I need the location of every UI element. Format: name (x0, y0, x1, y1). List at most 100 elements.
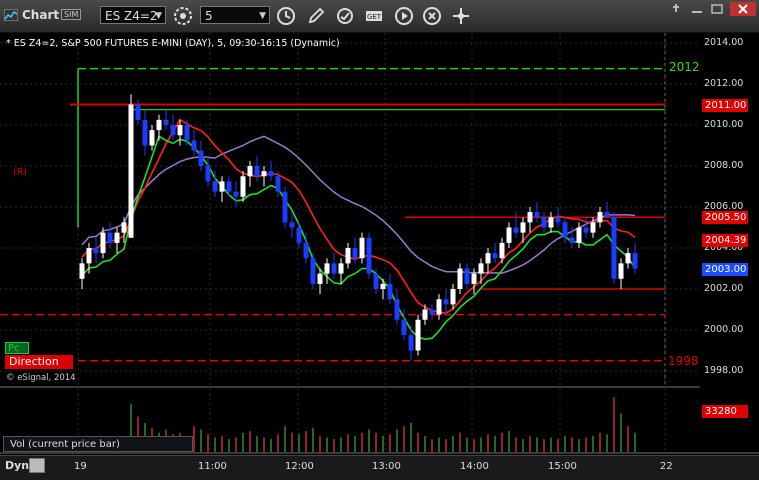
level-label-upper: 2012 (669, 60, 700, 74)
price-pane[interactable] (0, 33, 700, 387)
x-tick-label: 13:00 (372, 461, 401, 472)
pc-tag[interactable]: Pc (5, 342, 29, 354)
candle-body (506, 227, 512, 243)
x-tick-label: 14:00 (460, 461, 489, 472)
candle-body (317, 273, 323, 284)
toolbar: Chart SIM ES Z4=2 ▼ 5 ▼ GET (0, 0, 759, 33)
y-tick-label: 2000.00 (704, 324, 744, 335)
candle-body (618, 263, 624, 279)
clock-icon[interactable] (276, 6, 296, 26)
link-icon[interactable] (173, 6, 193, 26)
candle-body (387, 283, 393, 300)
close-icon[interactable] (730, 2, 756, 16)
y-tick-label: 2012.00 (704, 78, 744, 89)
candle-body (135, 104, 141, 120)
candle-body (408, 335, 414, 351)
y-tick-label: 2014.00 (704, 37, 744, 48)
candle-body (513, 227, 519, 233)
interval-input[interactable]: 5 ▼ (200, 6, 270, 24)
candle-body (352, 248, 358, 259)
fullscreen-icon[interactable] (422, 6, 442, 26)
candle-body (555, 217, 561, 223)
candle-body (464, 268, 470, 284)
candle-body (359, 237, 365, 259)
maximize-icon[interactable] (708, 2, 726, 16)
candle-body (247, 166, 253, 177)
candle-body (142, 119, 148, 146)
candle-body (100, 232, 106, 254)
candle-body (114, 232, 120, 243)
candle-body (611, 217, 617, 279)
chevron-down-icon[interactable]: ▼ (259, 7, 266, 25)
y-tick-label: 2002.00 (704, 283, 744, 294)
pane-separator[interactable] (0, 452, 759, 454)
price-tag: 2005.50 (702, 211, 748, 225)
candle-body (443, 299, 449, 305)
candle-body (562, 222, 568, 238)
x-tick-label: 22 (660, 461, 673, 472)
x-tick-label: 11:00 (198, 461, 227, 472)
chart-app-icon (4, 9, 18, 21)
x-tick-label: 12:00 (285, 461, 314, 472)
candle-body (240, 176, 246, 197)
candle-body (93, 248, 99, 254)
candle-body (121, 222, 127, 233)
candle-body (268, 171, 274, 177)
refresh-icon[interactable] (335, 6, 355, 26)
candle-body (576, 227, 582, 243)
symbol-input[interactable]: ES Z4=2 ▼ (100, 6, 166, 24)
candle-body (632, 253, 638, 269)
candle-body (261, 171, 267, 177)
pencil-icon[interactable] (306, 6, 326, 26)
candle-body (450, 289, 456, 305)
candle-body (310, 258, 316, 284)
direction-tag[interactable]: Direction (5, 355, 73, 369)
candle-body (380, 283, 386, 289)
candle-body (471, 273, 477, 284)
candle-body (233, 191, 239, 197)
candle-body (79, 263, 85, 279)
candle-body (569, 237, 575, 243)
volume-study-label[interactable]: Vol (current price bar) (3, 436, 193, 452)
candle-body (296, 227, 302, 243)
study-icon[interactable]: GET (364, 6, 384, 26)
candle-body (478, 263, 484, 274)
zoom-icon[interactable] (29, 458, 45, 473)
candle-body (275, 176, 281, 192)
y-tick-label: 2008.00 (704, 160, 744, 171)
play-icon[interactable] (394, 6, 414, 26)
candle-body (219, 181, 225, 192)
candle-body (415, 319, 421, 351)
candle-body (527, 212, 533, 223)
candle-body (324, 263, 330, 274)
x-tick-label: 15:00 (548, 461, 577, 472)
symbol-value: ES Z4=2 (105, 9, 158, 23)
chevron-down-icon[interactable]: ▼ (155, 7, 162, 25)
svg-text:GET: GET (367, 13, 382, 21)
price-tag: 2004.39 (702, 234, 748, 247)
candle-body (156, 119, 162, 131)
candle-body (163, 119, 169, 125)
chart-window: Chart SIM ES Z4=2 ▼ 5 ▼ GET * ES Z4=2, S… (0, 0, 759, 480)
window-title: Chart (22, 8, 60, 22)
candle-body (548, 217, 554, 228)
minimize-icon[interactable] (688, 2, 706, 16)
candle-body (541, 217, 547, 228)
candle-body (366, 237, 372, 274)
drag-move-icon[interactable] (451, 6, 471, 26)
candle-body (520, 222, 526, 233)
interval-value: 5 (205, 9, 213, 23)
candle-body (429, 309, 435, 315)
candle-body (394, 299, 400, 320)
candle-body (492, 253, 498, 259)
pin-icon[interactable] (667, 2, 685, 16)
ma-red-line (81, 118, 636, 314)
candle-body (212, 181, 218, 192)
candle-body (499, 242, 505, 259)
candle-body (254, 166, 260, 177)
candle-body (282, 191, 288, 223)
candle-body (436, 299, 442, 315)
candle-body (590, 222, 596, 233)
volume-tag: 33280 (702, 405, 748, 418)
candle-body (422, 309, 428, 320)
